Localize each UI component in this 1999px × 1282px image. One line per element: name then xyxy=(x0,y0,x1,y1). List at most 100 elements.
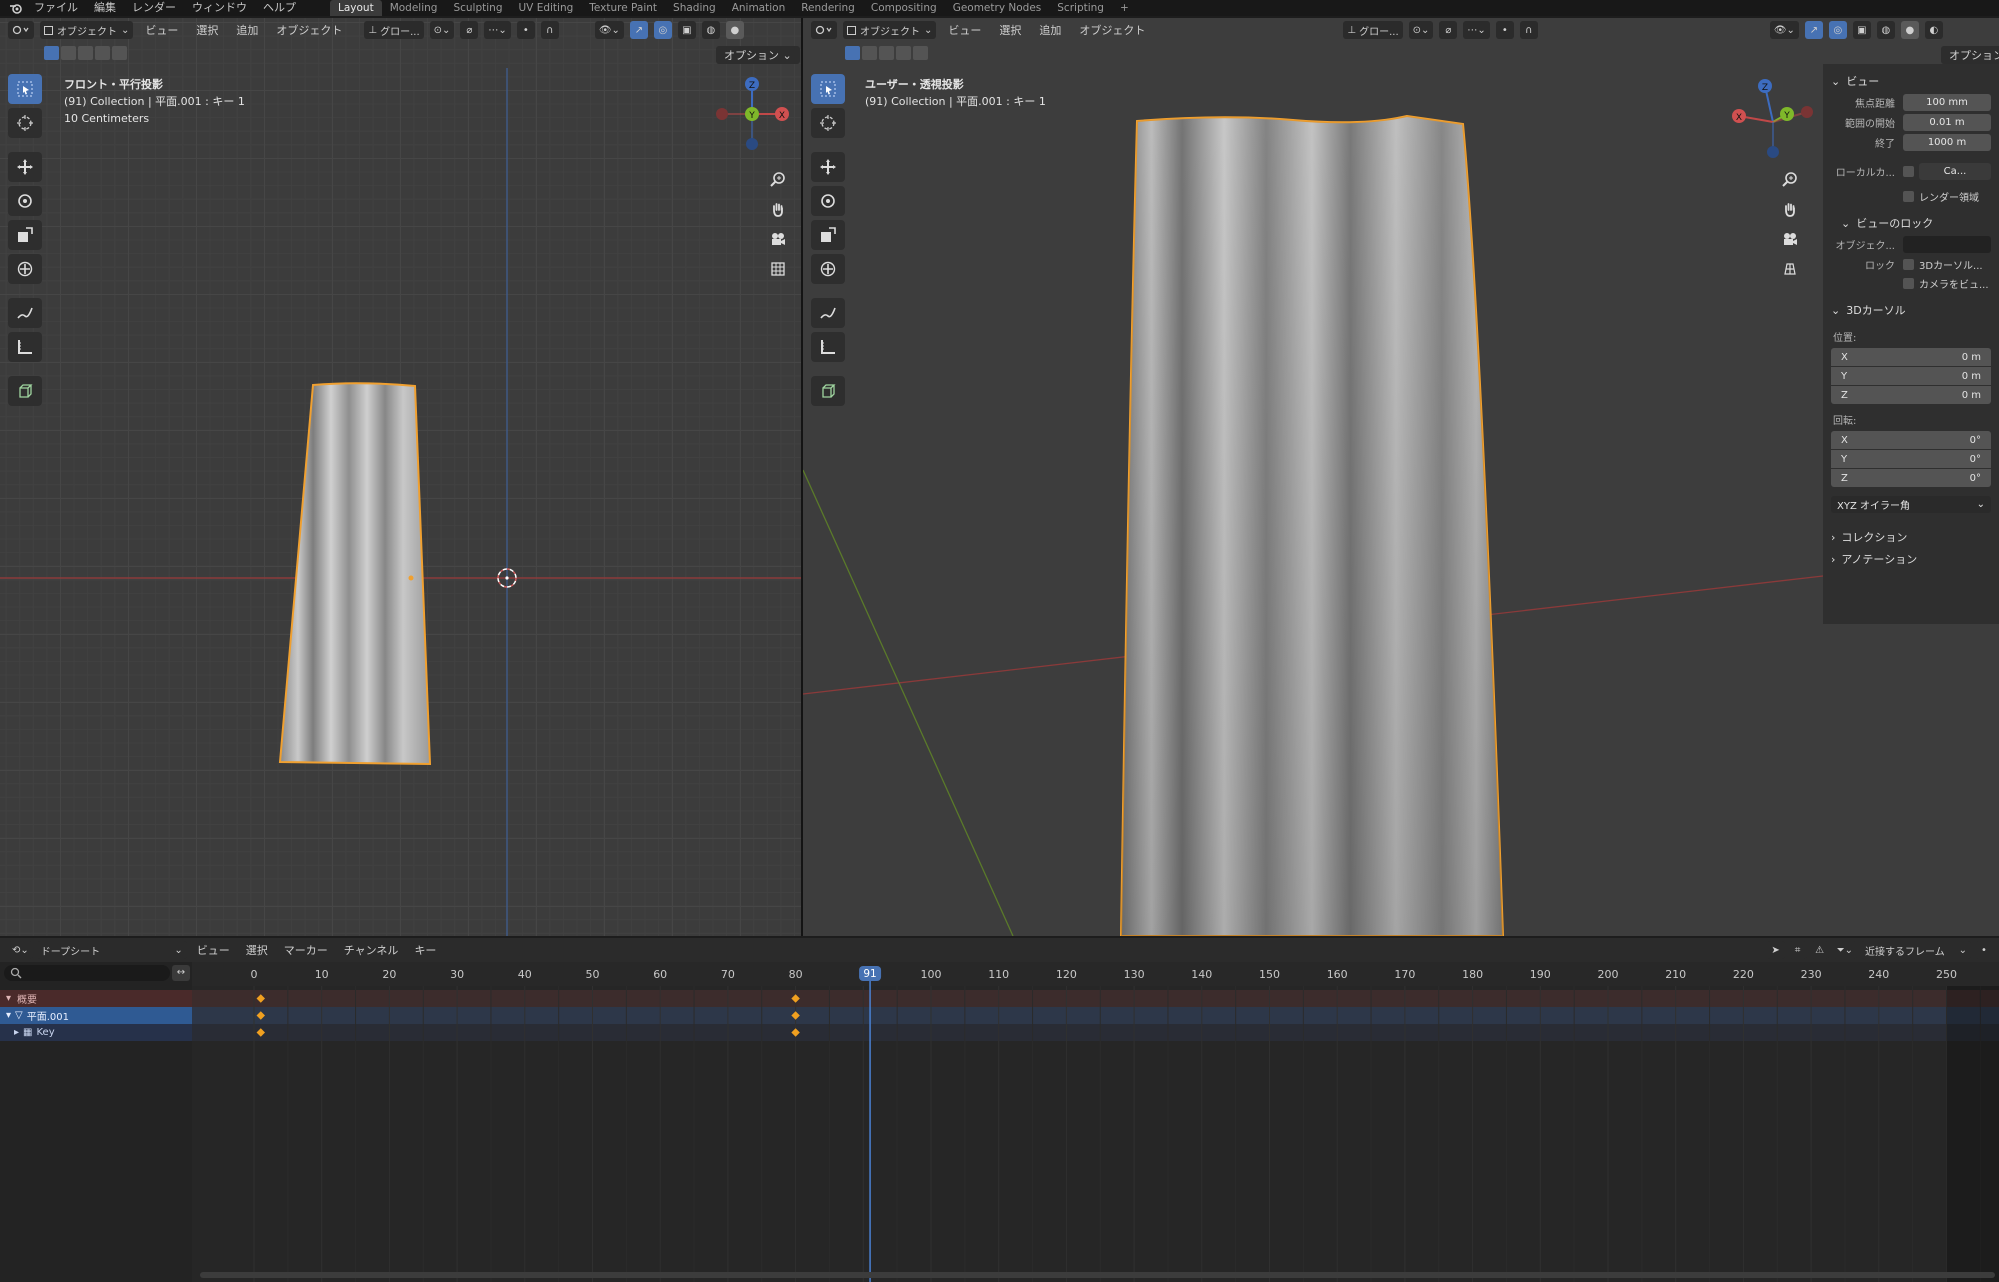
user-perspective-viewport[interactable]: オブジェクト ⌄ ビュー 選択 追加 オブジェクト ⊥ グロー... ⊙⌄ ⌀ … xyxy=(803,18,1999,936)
local-camera-label: ローカルカ... xyxy=(1835,168,1895,179)
tab-compositing[interactable]: Compositing xyxy=(863,0,945,16)
cursor-location-z-field[interactable]: Z 0 m xyxy=(1831,386,1991,404)
clip-start-label: 範囲の開始 xyxy=(1845,119,1895,130)
blender-logo-icon[interactable] xyxy=(6,0,26,16)
select-box-tool[interactable] xyxy=(811,74,845,104)
tab-layout[interactable]: Layout xyxy=(330,0,382,16)
move-tool[interactable] xyxy=(811,152,845,182)
cursor-rotation-z-field[interactable]: Z 0° xyxy=(1831,469,1991,487)
menu-help[interactable]: ヘルプ xyxy=(255,0,304,16)
dopesheet-editor: ⟲⌄ ドープシート ⌄ ビュー 選択 マーカー チャンネル キー ➤ ⌗ ⚠ ⏷… xyxy=(0,938,1999,1282)
pan-hand-icon[interactable] xyxy=(1776,196,1804,222)
chevron-down-icon: ⌄ xyxy=(174,944,183,956)
cursor-rotation-x-field[interactable]: X 0° xyxy=(1831,431,1991,449)
cursor-location-y-field[interactable]: Y 0 m xyxy=(1831,367,1991,385)
only-selected-toggle[interactable]: ➤ xyxy=(1766,941,1785,959)
swap-icon[interactable]: ↔ xyxy=(172,965,190,981)
menu-file[interactable]: ファイル xyxy=(26,0,86,16)
clip-end-field[interactable]: 1000 m xyxy=(1903,134,1991,151)
tab-scripting[interactable]: Scripting xyxy=(1049,0,1112,16)
tab-sculpting[interactable]: Sculpting xyxy=(445,0,510,16)
frame-tick-label: 30 xyxy=(450,968,464,981)
menu-window[interactable]: ウィンドウ xyxy=(184,0,255,16)
view-lock-section-header[interactable]: ⌄ ビューのロック xyxy=(1831,212,1991,234)
annotate-tool[interactable] xyxy=(811,298,845,328)
tool-shelf xyxy=(811,74,849,406)
chevron-right-icon: › xyxy=(1831,530,1836,544)
tab-rendering[interactable]: Rendering xyxy=(793,0,863,16)
tab-modeling[interactable]: Modeling xyxy=(382,0,446,16)
clip-start-field[interactable]: 0.01 m xyxy=(1903,114,1991,131)
view-section-header[interactable]: ⌄ ビュー xyxy=(1831,70,1991,92)
menu-marker[interactable]: マーカー xyxy=(278,942,334,958)
frame-tick-label: 130 xyxy=(1124,968,1145,981)
cloth-mesh-front xyxy=(278,382,432,766)
pan-hand-icon[interactable] xyxy=(764,196,792,222)
camera-icon[interactable] xyxy=(1776,226,1804,252)
rotation-mode-dropdown[interactable]: XYZ オイラー角 ⌄ xyxy=(1831,496,1991,513)
grid-view-icon[interactable] xyxy=(764,256,792,282)
zoom-icon[interactable] xyxy=(1776,166,1804,192)
show-hidden-toggle[interactable]: ⌗ xyxy=(1788,941,1807,959)
dopesheet-header: ⟲⌄ ドープシート ⌄ ビュー 選択 マーカー チャンネル キー ➤ ⌗ ⚠ ⏷… xyxy=(0,938,1999,962)
channel-shapekey[interactable]: ▸ ▦ Key xyxy=(0,1024,192,1041)
zoom-icon[interactable] xyxy=(764,166,792,192)
editor-type-button[interactable]: ⟲⌄ xyxy=(8,941,33,959)
menu-channel[interactable]: チャンネル xyxy=(338,942,405,958)
keyframe-marker xyxy=(791,1028,800,1037)
local-camera-field[interactable]: Ca... xyxy=(1919,163,1991,180)
horizontal-scrollbar[interactable] xyxy=(200,1272,1995,1278)
cursor-rotation-y-field[interactable]: Y 0° xyxy=(1831,450,1991,468)
lock-camera-checkbox[interactable] xyxy=(1903,278,1914,289)
channel-object[interactable]: ▾ ▽ 平面.001 xyxy=(0,1007,192,1024)
render-region-checkbox[interactable] xyxy=(1903,191,1914,202)
cursor-tool[interactable] xyxy=(811,108,845,138)
frame-tick-label: 20 xyxy=(382,968,396,981)
lock-object-field[interactable] xyxy=(1903,236,1991,253)
tab-shading[interactable]: Shading xyxy=(665,0,724,16)
only-errors-toggle[interactable]: ⚠ xyxy=(1810,941,1829,959)
3d-cursor-section-header[interactable]: ⌄ 3Dカーソル xyxy=(1831,299,1991,321)
tab-uv-editing[interactable]: UV Editing xyxy=(511,0,582,16)
transform-tool[interactable] xyxy=(811,254,845,284)
proportional-edit-toggle[interactable]: • xyxy=(1975,941,1993,959)
viewport-info-overlay: ユーザー・透視投影 (91) Collection | 平面.001 : キー … xyxy=(865,76,1046,110)
snap-mode-dropdown[interactable]: 近接するフレーム ⌄ xyxy=(1861,941,1971,959)
menu-edit[interactable]: 編集 xyxy=(86,0,124,16)
frame-tick-label: 100 xyxy=(921,968,942,981)
annotation-section-header[interactable]: › アノテーション xyxy=(1831,548,1991,570)
menu-render[interactable]: レンダー xyxy=(124,0,184,16)
measure-tool[interactable] xyxy=(811,332,845,362)
tab-animation[interactable]: Animation xyxy=(724,0,794,16)
collection-section-header[interactable]: › コレクション xyxy=(1831,526,1991,548)
local-camera-checkbox[interactable] xyxy=(1903,166,1914,177)
navigation-gizmo[interactable]: Z X Y xyxy=(706,72,796,162)
chevron-down-icon: ⌄ xyxy=(1958,944,1967,956)
focal-length-label: 焦点距離 xyxy=(1855,99,1895,110)
focal-length-field[interactable]: 100 mm xyxy=(1903,94,1991,111)
perspective-toggle-icon[interactable] xyxy=(1776,256,1804,282)
navigation-gizmo[interactable]: Z Y X xyxy=(1727,74,1817,164)
channel-search-input[interactable] xyxy=(4,965,170,981)
tab-geometry-nodes[interactable]: Geometry Nodes xyxy=(945,0,1050,16)
rotate-tool[interactable] xyxy=(811,186,845,216)
filter-dropdown[interactable]: ⏷⌄ xyxy=(1832,941,1857,959)
menu-key[interactable]: キー xyxy=(408,942,442,958)
dopesheet-mode-dropdown[interactable]: ドープシート ⌄ xyxy=(36,941,187,959)
scale-tool[interactable] xyxy=(811,220,845,250)
lock-3d-cursor-checkbox[interactable] xyxy=(1903,259,1914,270)
tab-texture-paint[interactable]: Texture Paint xyxy=(581,0,665,16)
channel-summary[interactable]: ▾ 概要 xyxy=(0,990,192,1007)
menu-view[interactable]: ビュー xyxy=(191,942,236,958)
add-workspace-button[interactable]: + xyxy=(1112,0,1137,16)
menu-select[interactable]: 選択 xyxy=(240,942,274,958)
add-cube-tool[interactable] xyxy=(811,376,845,406)
cursor-location-x-field[interactable]: X 0 m xyxy=(1831,348,1991,366)
ruler-icon xyxy=(821,340,835,354)
transform-icon xyxy=(820,261,836,277)
camera-icon[interactable] xyxy=(764,226,792,252)
frame-tick-label: 230 xyxy=(1801,968,1822,981)
top-menu-bar: ファイル 編集 レンダー ウィンドウ ヘルプ Layout Modeling S… xyxy=(0,0,1999,16)
frame-tick-label: 70 xyxy=(721,968,735,981)
front-ortho-viewport[interactable]: オブジェクト ⌄ ビュー 選択 追加 オブジェクト ⊥ グロー... ⊙⌄ ⌀ … xyxy=(0,18,801,936)
